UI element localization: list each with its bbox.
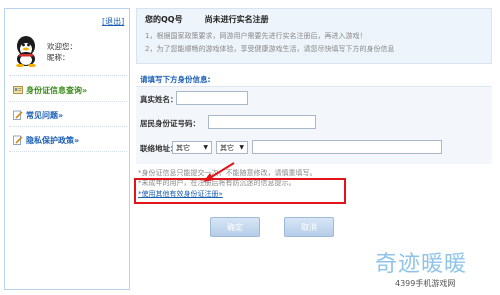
pencil-icon xyxy=(13,135,23,145)
watermark-title: 奇迹暖暖 xyxy=(375,252,468,277)
divider xyxy=(9,126,127,127)
dropdown-arrow-icon: ▼ xyxy=(239,144,244,151)
province-select-value: 其它 xyxy=(176,143,190,152)
annotation-arrow-icon xyxy=(203,162,235,182)
watermark: 奇迹暖暖 4399手机游戏网 xyxy=(375,246,495,292)
sidebar: [退出] 欢迎您： 昵称： 身份证信息查询» 常见问题» 隐私保护政策» xyxy=(4,8,130,290)
confirm-button[interactable]: 确定 xyxy=(210,217,260,237)
welcome-label: 欢迎您： xyxy=(47,42,77,51)
divider xyxy=(9,75,127,76)
real-name-input[interactable] xyxy=(176,91,248,105)
nickname-label: 昵称： xyxy=(47,53,70,62)
address-input[interactable] xyxy=(252,140,442,154)
sidebar-item-label: 常见问题» xyxy=(26,110,64,120)
id-number-input[interactable] xyxy=(208,115,316,129)
account-prefix: 您的QQ号 xyxy=(145,15,183,24)
id-number-label: 居民身份证号码： xyxy=(140,119,200,128)
sidebar-item-id-query[interactable]: 身份证信息查询» xyxy=(13,83,131,97)
sidebar-item-label: 隐私保护政策» xyxy=(26,135,80,145)
notice-line: 2，为了您能顺畅的游戏体验，享受健康游戏生活，请您尽快填写下方的身份信息 xyxy=(145,45,395,53)
sidebar-item-label: 身份证信息查询» xyxy=(26,85,88,95)
watermark-subtitle: 4399手机游戏网 xyxy=(395,279,456,288)
city-select-value: 其它 xyxy=(220,143,234,152)
form-heading: 请填写下方身份信息: xyxy=(140,75,211,84)
logout-link[interactable]: [退出] xyxy=(102,16,124,27)
pencil-icon xyxy=(13,110,23,120)
sidebar-item-faq[interactable]: 常见问题» xyxy=(13,108,131,122)
notice-line: 1，根据国家政策要求，网游用户需要先进行实名注册后，再进入游戏！ xyxy=(145,32,367,40)
real-name-label: 真实姓名： xyxy=(140,95,178,104)
dropdown-arrow-icon: ▼ xyxy=(203,144,208,151)
divider xyxy=(9,151,127,152)
province-select[interactable]: 其它 ▼ xyxy=(172,141,212,154)
id-card-icon xyxy=(13,85,23,95)
annotation-highlight xyxy=(134,178,346,204)
notice-panel: 您的QQ号 尚未进行实名注册 1，根据国家政策要求，网游用户需要先进行实名注册后，… xyxy=(136,8,492,64)
sidebar-item-privacy[interactable]: 隐私保护政策» xyxy=(13,133,131,147)
city-select[interactable]: 其它 ▼ xyxy=(216,141,248,154)
user-info: 欢迎您： 昵称： xyxy=(11,35,127,71)
avatar-icon xyxy=(16,36,36,67)
notice-title: 您的QQ号 尚未进行实名注册 xyxy=(145,14,269,25)
registration-status: 尚未进行实名注册 xyxy=(204,15,269,24)
form-panel: 真实姓名： 居民身份证号码： 联络地址： 其它 ▼ 其它 ▼ xyxy=(136,86,492,164)
divider xyxy=(9,101,127,102)
cancel-button[interactable]: 取消 xyxy=(284,217,334,237)
